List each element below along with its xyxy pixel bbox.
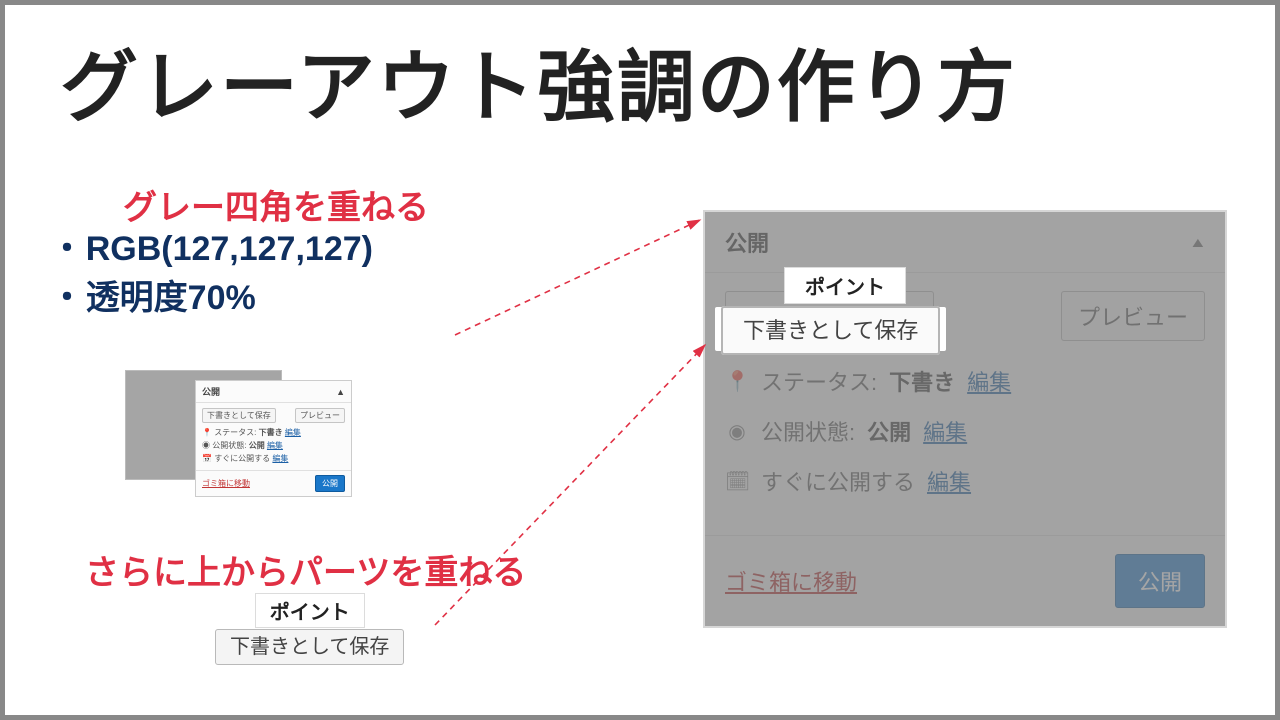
thumbnail-illustration: 公開▲ 下書きとして保存 プレビュー 📍 ステータス: 下書き 編集 ◉ 公開状… <box>195 380 352 497</box>
highlighted-parts: ポイント 下書きとして保存 <box>715 267 975 351</box>
bullet-rgb: RGB(127,127,127) <box>86 230 373 268</box>
point-label-small: ポイント <box>255 593 365 628</box>
save-draft-button-sample: 下書きとして保存 <box>215 629 404 665</box>
grey-rect-params: ・RGB(127,127,127) ・透明度70% <box>50 225 373 324</box>
slide: グレーアウト強調の作り方 グレー四角を重ねる ・RGB(127,127,127)… <box>0 0 1280 720</box>
point-label-panel: ポイント <box>784 267 906 304</box>
bullet-opacity: 透明度70% <box>86 279 256 317</box>
subtitle-overlay-parts: さらに上からパーツを重ねる <box>85 545 526 594</box>
result-panel-wrap: 公開 ▲ 下書きとして保存 プレビュー 📍 ステータス: 下書き 編集 ◉ 公開… <box>703 210 1223 628</box>
subtitle-grey-rect: グレー四角を重ねる <box>123 180 429 229</box>
sample-overlay-parts: ポイント 下書きとして保存 <box>215 593 404 659</box>
publish-panel: 公開 ▲ 下書きとして保存 プレビュー 📍 ステータス: 下書き 編集 ◉ 公開… <box>703 210 1227 628</box>
slide-title: グレーアウト強調の作り方 <box>60 25 1017 137</box>
mini-publish-panel: 公開▲ 下書きとして保存 プレビュー 📍 ステータス: 下書き 編集 ◉ 公開状… <box>195 380 352 497</box>
save-draft-button-highlight[interactable]: 下書きとして保存 <box>721 306 940 355</box>
